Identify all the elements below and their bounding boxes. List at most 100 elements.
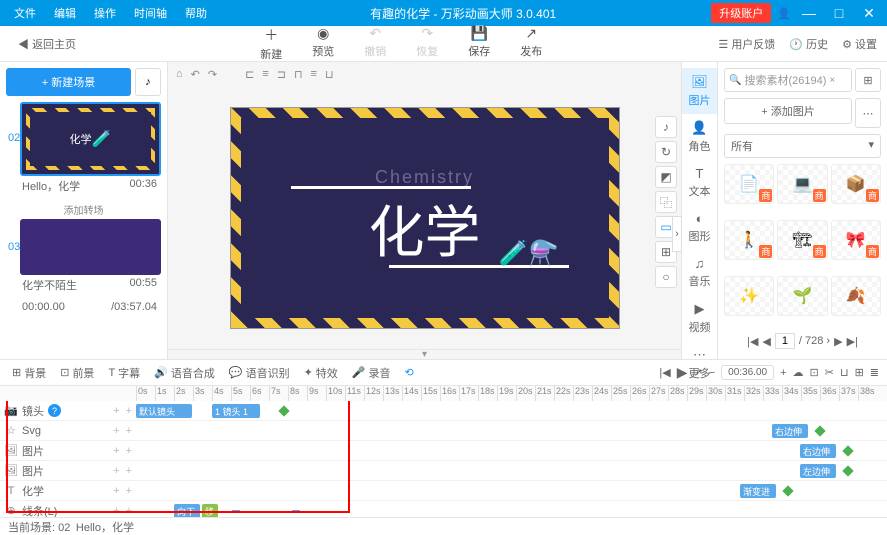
- new-scene-button[interactable]: + 新建场景: [6, 68, 131, 96]
- asset-item[interactable]: 🍂: [831, 276, 881, 316]
- clip-chem[interactable]: 渐变进: [740, 484, 776, 498]
- time-ruler[interactable]: 0s1s2s3s4s5s6s7s8s9s10s11s12s13s14s15s16…: [0, 385, 887, 401]
- prev-frame-icon[interactable]: |◀: [659, 366, 670, 379]
- home-icon[interactable]: ⌂: [176, 68, 183, 80]
- canvas[interactable]: 📹 Chemistry 化学 🧪⚗️: [230, 107, 620, 329]
- user-icon[interactable]: 👤: [777, 7, 791, 20]
- page-input[interactable]: [775, 333, 795, 349]
- loop-icon[interactable]: ⟲: [401, 364, 418, 381]
- add-transition-button[interactable]: 添加转场: [6, 200, 161, 219]
- new-button[interactable]: ＋新建: [260, 25, 282, 62]
- settings-button[interactable]: ⚙ 设置: [842, 36, 877, 52]
- asset-item[interactable]: 💻商: [777, 164, 827, 204]
- align-bottom-icon[interactable]: ⊔: [325, 68, 334, 81]
- music-button[interactable]: ♪: [135, 68, 161, 96]
- asset-item[interactable]: 📄商: [724, 164, 774, 204]
- cloud-icon[interactable]: ☁: [793, 366, 804, 379]
- magnet-icon[interactable]: ⊔: [840, 366, 849, 379]
- filter-button[interactable]: ⊞: [855, 68, 881, 92]
- clip-line-move[interactable]: 移: [202, 504, 218, 517]
- tab-shape[interactable]: ◐图形: [682, 205, 717, 250]
- minimize-button[interactable]: —: [797, 5, 821, 21]
- align-right-icon[interactable]: ⊐: [277, 68, 286, 81]
- page-first[interactable]: |◀: [747, 335, 758, 348]
- bg-button[interactable]: ⊞ 背景: [8, 363, 50, 383]
- asset-item[interactable]: 📦商: [831, 164, 881, 204]
- menu-timeline[interactable]: 时间轴: [126, 2, 175, 24]
- fit-icon[interactable]: ⊡: [810, 366, 819, 379]
- asset-item[interactable]: 🌱: [777, 276, 827, 316]
- add-image-button[interactable]: + 添加图片: [724, 98, 852, 124]
- zoom-out-icon[interactable]: −: [709, 367, 715, 379]
- back-button[interactable]: ◀ 返回主页: [10, 32, 84, 56]
- asset-item[interactable]: 🏗商: [777, 220, 827, 260]
- tts-button[interactable]: 🔊 语音合成: [150, 363, 219, 383]
- keyframe-icon[interactable]: [842, 465, 853, 476]
- clip-camera-1[interactable]: 1 镜头 1: [212, 404, 260, 418]
- zoom-in-icon[interactable]: +: [780, 367, 786, 379]
- menu-edit[interactable]: 编辑: [46, 2, 84, 24]
- page-next[interactable]: ▶: [834, 335, 842, 348]
- keyframe-icon[interactable]: [278, 405, 289, 416]
- tab-video[interactable]: ▶视频: [682, 295, 717, 341]
- tab-music[interactable]: ♫音乐: [682, 250, 717, 295]
- clip-svg[interactable]: 右边伸: [772, 424, 808, 438]
- search-input[interactable]: 🔍 搜索素材(26194) ×: [724, 68, 852, 92]
- asset-item[interactable]: ✨: [724, 276, 774, 316]
- tab-image[interactable]: 🖼图片: [682, 68, 717, 114]
- fg-button[interactable]: ⊡ 前景: [56, 363, 98, 383]
- publish-button[interactable]: ↗发布: [520, 25, 542, 62]
- track-line[interactable]: ⊕线条(L)++ 向下移: [0, 501, 887, 517]
- resize-handle[interactable]: ▾: [168, 349, 681, 359]
- clip-default-camera[interactable]: 默认镜头: [136, 404, 192, 418]
- track-image-2[interactable]: 🖼图片++ 左边伸: [0, 461, 887, 481]
- align-left-icon[interactable]: ⊏: [245, 68, 254, 81]
- copy-tool-icon[interactable]: ⿻: [655, 191, 677, 213]
- save-button[interactable]: 💾保存: [468, 25, 490, 62]
- align-top-icon[interactable]: ⊓: [294, 68, 303, 81]
- grid-icon[interactable]: ⊞: [855, 366, 864, 379]
- maximize-button[interactable]: □: [827, 5, 851, 21]
- menu-file[interactable]: 文件: [6, 2, 44, 24]
- rotate-tool-icon[interactable]: ↻: [655, 141, 677, 163]
- asset-item[interactable]: 🚶商: [724, 220, 774, 260]
- layers-icon[interactable]: ≣: [870, 366, 879, 379]
- keyframe-icon[interactable]: [782, 485, 793, 496]
- undo-icon[interactable]: ↶: [191, 68, 200, 81]
- marker-icon[interactable]: [232, 510, 240, 512]
- marker-icon[interactable]: [292, 510, 300, 512]
- record-button[interactable]: 🎤 录音: [348, 363, 395, 383]
- scene-thumbnail-1[interactable]: 化学🧪: [20, 102, 161, 176]
- clip-img1[interactable]: 右边伸: [800, 444, 836, 458]
- play-icon[interactable]: ▶: [677, 364, 688, 381]
- feedback-button[interactable]: ☰ 用户反馈: [718, 36, 775, 52]
- music-tool-icon[interactable]: ♪: [655, 116, 677, 138]
- page-last[interactable]: ▶|: [847, 335, 858, 348]
- redo-icon[interactable]: ↷: [208, 68, 217, 81]
- history-button[interactable]: 🕐 历史: [789, 36, 828, 52]
- menu-action[interactable]: 操作: [86, 2, 124, 24]
- flask-icon[interactable]: 🧪⚗️: [499, 239, 559, 268]
- track-chemistry[interactable]: T化学++ 渐变进: [0, 481, 887, 501]
- help-icon[interactable]: ?: [48, 404, 61, 417]
- fx-button[interactable]: ✦ 特效: [300, 363, 342, 383]
- preview-button[interactable]: ◉预览: [312, 25, 334, 62]
- circle-tool-icon[interactable]: ○: [655, 266, 677, 288]
- keyframe-icon[interactable]: [814, 425, 825, 436]
- tab-text[interactable]: T文本: [682, 160, 717, 205]
- asset-item[interactable]: 🎀商: [831, 220, 881, 260]
- subtitle-button[interactable]: T 字幕: [104, 363, 144, 383]
- next-frame-icon[interactable]: ↗: [694, 366, 703, 379]
- cut-icon[interactable]: ✂: [825, 366, 834, 379]
- scene-thumbnail-2[interactable]: [20, 219, 161, 275]
- tab-character[interactable]: 👤角色: [682, 114, 717, 160]
- clip-line-down[interactable]: 向下: [174, 504, 200, 517]
- close-button[interactable]: ✕: [857, 5, 881, 22]
- expand-handle[interactable]: ›: [672, 216, 682, 252]
- align-center-icon[interactable]: ≡: [262, 68, 268, 80]
- clip-img2[interactable]: 左边伸: [800, 464, 836, 478]
- upgrade-button[interactable]: 升级账户: [711, 3, 771, 23]
- chemistry-cn-text[interactable]: 化学: [369, 188, 481, 269]
- track-camera[interactable]: 📷镜头?++ 默认镜头1 镜头 1: [0, 401, 887, 421]
- redo-button[interactable]: ↷恢复: [416, 25, 438, 62]
